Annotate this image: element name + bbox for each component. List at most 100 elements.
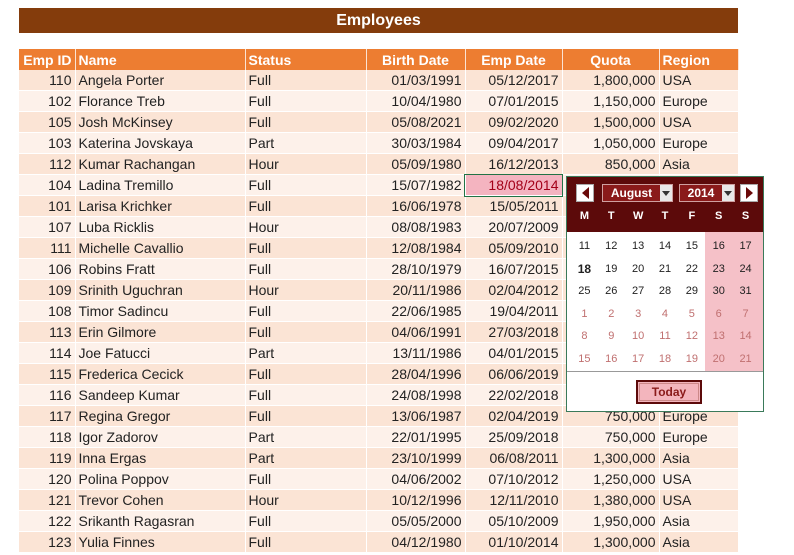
birth-date-cell[interactable]: 28/10/1979 <box>366 258 466 280</box>
status-cell[interactable]: Hour <box>245 489 367 511</box>
calendar-day[interactable]: 1 <box>571 303 598 326</box>
emp-date-cell[interactable]: 05/09/2010 <box>465 237 563 259</box>
name-cell[interactable]: Luba Ricklis <box>75 216 246 238</box>
quota-cell[interactable]: 1,500,000 <box>562 111 660 133</box>
name-cell[interactable]: Larisa Krichker <box>75 195 246 217</box>
birth-date-cell[interactable]: 13/11/1986 <box>366 342 466 364</box>
name-cell[interactable]: Polina Poppov <box>75 468 246 490</box>
emp-date-cell[interactable]: 16/12/2013 <box>465 153 563 175</box>
calendar-day[interactable]: 11 <box>652 325 679 348</box>
status-cell[interactable]: Full <box>245 300 367 322</box>
calendar-day[interactable]: 25 <box>571 280 598 303</box>
region-cell[interactable]: USA <box>659 70 739 91</box>
region-cell[interactable]: Europe <box>659 132 739 154</box>
status-cell[interactable]: Full <box>245 405 367 427</box>
region-cell[interactable]: Asia <box>659 153 739 175</box>
quota-cell[interactable]: 1,300,000 <box>562 531 660 553</box>
name-cell[interactable]: Yulia Finnes <box>75 531 246 553</box>
name-cell[interactable]: Ladina Tremillo <box>75 174 246 196</box>
emp-date-cell[interactable]: 07/01/2015 <box>465 90 563 112</box>
emp-id-cell[interactable]: 122 <box>19 510 76 532</box>
calendar-day[interactable]: 12 <box>678 325 705 348</box>
birth-date-cell[interactable]: 04/12/1980 <box>366 531 466 553</box>
month-dropdown-button[interactable] <box>660 185 672 201</box>
emp-id-cell[interactable]: 119 <box>19 447 76 469</box>
column-header-region[interactable]: Region <box>659 49 739 70</box>
birth-date-cell[interactable]: 08/08/1983 <box>366 216 466 238</box>
status-cell[interactable]: Full <box>245 111 367 133</box>
column-header-quota[interactable]: Quota <box>562 49 660 70</box>
calendar-day[interactable]: 30 <box>705 280 732 303</box>
emp-id-cell[interactable]: 110 <box>19 70 76 91</box>
emp-id-cell[interactable]: 120 <box>19 468 76 490</box>
quota-cell[interactable]: 1,050,000 <box>562 132 660 154</box>
emp-date-cell[interactable]: 27/03/2018 <box>465 321 563 343</box>
quota-cell[interactable]: 1,250,000 <box>562 468 660 490</box>
calendar-day[interactable]: 15 <box>678 235 705 258</box>
emp-date-cell[interactable]: 12/11/2010 <box>465 489 563 511</box>
status-cell[interactable]: Part <box>245 132 367 154</box>
quota-cell[interactable]: 1,950,000 <box>562 510 660 532</box>
name-cell[interactable]: Kumar Rachangan <box>75 153 246 175</box>
calendar-day[interactable]: 9 <box>598 325 625 348</box>
emp-id-cell[interactable]: 102 <box>19 90 76 112</box>
birth-date-cell[interactable]: 13/06/1987 <box>366 405 466 427</box>
quota-cell[interactable]: 1,300,000 <box>562 447 660 469</box>
today-button[interactable]: Today <box>636 380 702 404</box>
status-cell[interactable]: Full <box>245 237 367 259</box>
status-cell[interactable]: Hour <box>245 153 367 175</box>
emp-date-cell[interactable]: 06/08/2011 <box>465 447 563 469</box>
name-cell[interactable]: Robins Fratt <box>75 258 246 280</box>
status-cell[interactable]: Part <box>245 342 367 364</box>
birth-date-cell[interactable]: 05/09/1980 <box>366 153 466 175</box>
calendar-day[interactable]: 3 <box>625 303 652 326</box>
status-cell[interactable]: Full <box>245 531 367 553</box>
next-month-button[interactable] <box>740 184 758 202</box>
emp-id-cell[interactable]: 118 <box>19 426 76 448</box>
birth-date-cell[interactable]: 10/12/1996 <box>366 489 466 511</box>
emp-date-cell[interactable]: 01/10/2014 <box>465 531 563 553</box>
calendar-day[interactable]: 10 <box>625 325 652 348</box>
emp-id-cell[interactable]: 107 <box>19 216 76 238</box>
emp-id-cell[interactable]: 115 <box>19 363 76 385</box>
status-cell[interactable]: Full <box>245 384 367 406</box>
birth-date-cell[interactable]: 15/07/1982 <box>366 174 466 196</box>
emp-id-cell[interactable]: 121 <box>19 489 76 511</box>
quota-cell[interactable]: 1,150,000 <box>562 90 660 112</box>
emp-date-cell[interactable]: 02/04/2012 <box>465 279 563 301</box>
quota-cell[interactable]: 1,380,000 <box>562 489 660 511</box>
emp-id-cell[interactable]: 114 <box>19 342 76 364</box>
calendar-day[interactable]: 13 <box>705 325 732 348</box>
calendar-day[interactable]: 13 <box>625 235 652 258</box>
year-select[interactable]: 2014 <box>679 184 735 202</box>
emp-date-cell[interactable]: 02/04/2019 <box>465 405 563 427</box>
birth-date-cell[interactable]: 05/08/2021 <box>366 111 466 133</box>
emp-id-cell[interactable]: 103 <box>19 132 76 154</box>
emp-date-cell[interactable]: 05/10/2009 <box>465 510 563 532</box>
calendar-day[interactable]: 15 <box>571 348 598 371</box>
birth-date-cell[interactable]: 22/06/1985 <box>366 300 466 322</box>
name-cell[interactable]: Timor Sadincu <box>75 300 246 322</box>
birth-date-cell[interactable]: 12/08/1984 <box>366 237 466 259</box>
birth-date-cell[interactable]: 04/06/2002 <box>366 468 466 490</box>
emp-date-cell[interactable]: 25/09/2018 <box>465 426 563 448</box>
calendar-day[interactable]: 20 <box>705 348 732 371</box>
status-cell[interactable]: Hour <box>245 279 367 301</box>
region-cell[interactable]: Europe <box>659 426 739 448</box>
calendar-day[interactable]: 20 <box>625 258 652 281</box>
emp-id-cell[interactable]: 106 <box>19 258 76 280</box>
status-cell[interactable]: Full <box>245 510 367 532</box>
region-cell[interactable]: Asia <box>659 531 739 553</box>
status-cell[interactable]: Full <box>245 70 367 91</box>
status-cell[interactable]: Full <box>245 468 367 490</box>
calendar-day[interactable]: 16 <box>598 348 625 371</box>
calendar-day[interactable]: 26 <box>598 280 625 303</box>
calendar-day[interactable]: 11 <box>571 235 598 258</box>
month-select[interactable]: August <box>602 184 673 202</box>
birth-date-cell[interactable]: 22/01/1995 <box>366 426 466 448</box>
calendar-day[interactable]: 18 <box>652 348 679 371</box>
column-header-emp-date[interactable]: Emp Date <box>465 49 563 70</box>
birth-date-cell[interactable]: 28/04/1996 <box>366 363 466 385</box>
previous-month-button[interactable] <box>576 184 594 202</box>
emp-id-cell[interactable]: 101 <box>19 195 76 217</box>
